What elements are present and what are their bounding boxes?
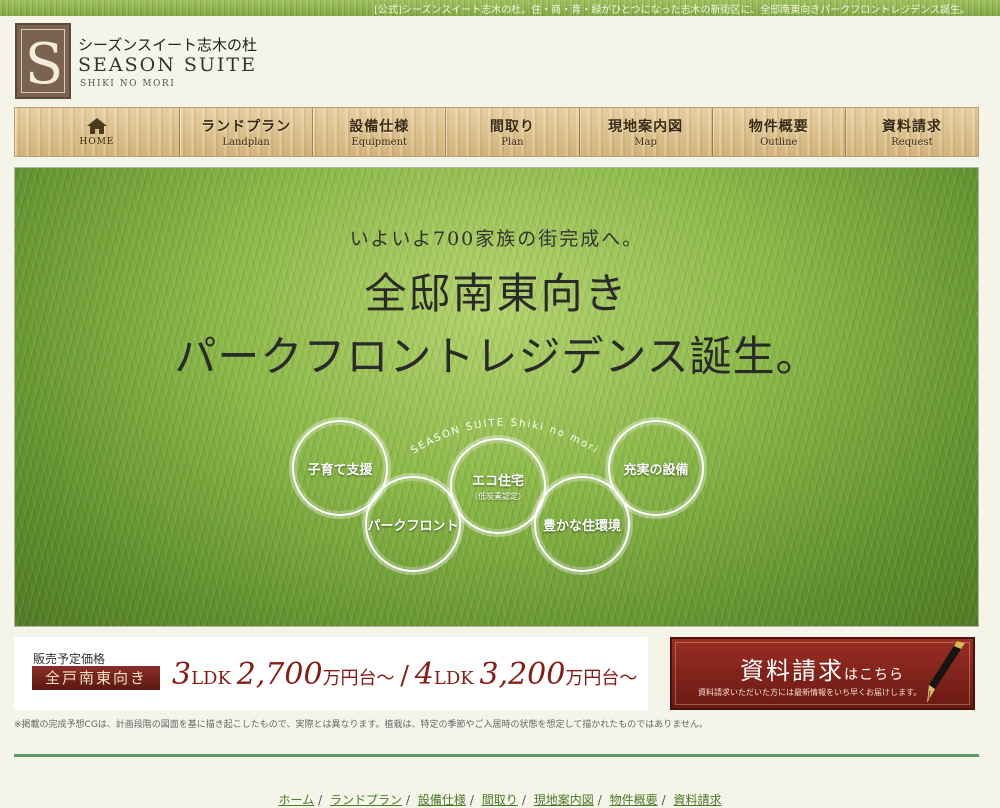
price-separator: /	[400, 661, 410, 691]
feature-park-front-title: パークフロント	[367, 518, 459, 534]
nav-home-label: HOME	[79, 137, 115, 147]
price-badge: 全戸南東向き	[32, 666, 160, 690]
footer-link-request[interactable]: 資料請求	[673, 793, 721, 807]
price-type1-unit: LDK	[191, 668, 231, 689]
footer-divider	[14, 754, 979, 757]
hero-headline-2: パークフロントレジデンス誕生。	[174, 332, 819, 381]
request-button-main: 資料請求	[740, 657, 844, 685]
footer-link-landplan[interactable]: ランドプラン	[330, 793, 402, 807]
feature-equipment[interactable]: 充実の設備	[608, 420, 704, 516]
price-banner: 販売予定価格 全戸南東向き 3LDK 2,700万円台〜 / 4LDK 3,20…	[14, 637, 648, 710]
price-type2: 4	[414, 657, 434, 692]
price-value1: 2,700	[236, 657, 323, 692]
feature-park-front[interactable]: パークフロント	[365, 476, 461, 572]
logo-mark[interactable]: S	[15, 23, 71, 99]
nav-map-en: Map	[634, 137, 657, 148]
footer-separator: /	[318, 793, 323, 807]
svg-text:S: S	[25, 33, 63, 91]
footer-link-map[interactable]: 現地案内図	[534, 793, 594, 807]
nav-outline-en: Outline	[760, 137, 798, 148]
nav-request-en: Request	[891, 137, 933, 148]
nav-request-jp: 資料請求	[881, 119, 942, 135]
feature-eco-house[interactable]: エコ住宅 （低炭素認定）	[450, 438, 546, 534]
feature-eco-house-title: エコ住宅	[471, 474, 524, 489]
price-label: 販売予定価格	[33, 652, 106, 666]
nav-map-jp: 現地案内図	[608, 119, 684, 135]
feature-living-environment-title: 豊かな住環境	[542, 518, 621, 534]
logo-s-icon: S	[25, 33, 63, 91]
nav-request[interactable]: 資料請求 Request	[846, 108, 978, 156]
home-icon	[87, 118, 107, 134]
nav-equipment[interactable]: 設備仕様 Equipment	[313, 108, 447, 156]
nav-outline-jp: 物件概要	[748, 119, 809, 135]
nav-plan[interactable]: 間取り Plan	[446, 108, 580, 156]
logo-japanese-name[interactable]: シーズンスイート志木の杜	[78, 34, 257, 55]
hero-banner: いよいよ700家族の街完成へ。 全邸南東向き パークフロントレジデンス誕生。 S…	[14, 167, 979, 627]
nav-equipment-en: Equipment	[351, 137, 408, 148]
request-button-sub: 資料請求いただいた方には最新情報をいち早くお届けします。	[698, 688, 922, 697]
nav-outline[interactable]: 物件概要 Outline	[713, 108, 846, 156]
request-button-label: 資料請求はこちら	[740, 651, 904, 686]
request-button-small: はこちら	[844, 667, 904, 683]
feature-child-support-title: 子育て支援	[307, 462, 373, 478]
nav-landplan-jp: ランドプラン	[201, 119, 292, 135]
footer-link-plan[interactable]: 間取り	[482, 793, 518, 807]
price-type1: 3	[172, 657, 192, 692]
nav-plan-en: Plan	[501, 137, 524, 148]
hero-lead: いよいよ700家族の街完成へ。	[349, 228, 644, 250]
main-nav: HOME ランドプラン Landplan 設備仕様 Equipment 間取り …	[14, 107, 979, 157]
nav-landplan[interactable]: ランドプラン Landplan	[180, 108, 314, 156]
hero-headline-1: 全邸南東向き	[364, 269, 629, 318]
price-values: 3LDK 2,700万円台〜 / 4LDK 3,200万円台〜	[172, 657, 637, 692]
footer-link-equipment[interactable]: 設備仕様	[418, 793, 466, 807]
footer-link-outline[interactable]: 物件概要	[610, 793, 658, 807]
footer-separator: /	[597, 793, 602, 807]
site-tagline: [公式]シーズンスイート志木の杜。住・商・育・緑がひとつになった志木の新街区に、…	[374, 5, 970, 16]
price-value2: 3,200	[479, 657, 566, 692]
nav-home[interactable]: HOME	[15, 108, 180, 156]
top-strip: [公式]シーズンスイート志木の杜。住・商・育・緑がひとつになった志木の新街区に、…	[0, 0, 1000, 16]
price-suffix2: 万円台〜	[565, 668, 638, 689]
nav-map[interactable]: 現地案内図 Map	[580, 108, 713, 156]
footer-link-home[interactable]: ホーム	[279, 793, 315, 807]
footer-separator: /	[469, 793, 474, 807]
footer-separator: /	[521, 793, 526, 807]
footer-separator: /	[406, 793, 411, 807]
request-materials-button[interactable]: 資料請求はこちら 資料請求いただいた方には最新情報をいち早くお届けします。	[670, 637, 975, 710]
feature-eco-house-sub: （低炭素認定）	[470, 492, 526, 501]
nav-equipment-jp: 設備仕様	[349, 119, 410, 135]
logo-english-name[interactable]: SEASON SUITE	[78, 54, 257, 76]
fountain-pen-icon	[927, 641, 965, 703]
disclaimer-note: ※掲載の完成予想CGは、計画段階の図面を基に描き起こしたもので、実際とは異なりま…	[14, 720, 709, 730]
price-suffix1: 万円台〜	[322, 668, 395, 689]
logo-subtitle: SHIKI NO MORI	[80, 79, 176, 89]
nav-landplan-en: Landplan	[222, 137, 270, 148]
feature-equipment-title: 充実の設備	[623, 462, 689, 478]
price-type2-unit: LDK	[433, 668, 474, 689]
nav-plan-jp: 間取り	[489, 119, 535, 135]
footer-separator: /	[661, 793, 666, 807]
